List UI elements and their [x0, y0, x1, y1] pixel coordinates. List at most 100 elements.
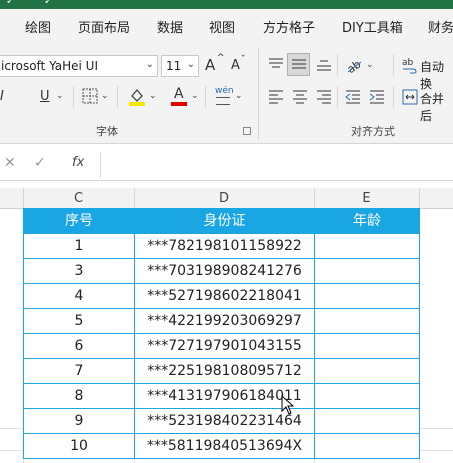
column-header-d[interactable]: D: [134, 191, 314, 207]
table-cell[interactable]: [314, 333, 420, 359]
table-cell[interactable]: ***422199203069297: [134, 308, 315, 334]
table-cell[interactable]: [314, 233, 420, 259]
table-cell[interactable]: 4: [23, 283, 135, 309]
table-cell[interactable]: 9: [23, 408, 135, 434]
table-cell[interactable]: ***703198908241276: [134, 258, 315, 284]
table-row: 4 ***527198602218041: [23, 283, 420, 309]
merge-center-icon[interactable]: [402, 89, 418, 105]
table-row: 8 ***413197906184011: [23, 383, 420, 409]
decrease-indent-icon[interactable]: [345, 90, 361, 104]
table-cell[interactable]: 5: [23, 308, 135, 334]
separator: [337, 86, 338, 108]
table-cell[interactable]: ***527198602218041: [134, 283, 315, 309]
header-cell-age[interactable]: 年龄: [314, 208, 420, 234]
header-cell-id[interactable]: 身份证: [134, 208, 315, 234]
border-icon[interactable]: [82, 88, 98, 104]
shrink-font-button[interactable]: A: [231, 58, 240, 73]
font-color-swatch: [171, 102, 187, 106]
table-cell[interactable]: ***225198108095712: [134, 358, 315, 384]
align-middle-button[interactable]: [287, 53, 310, 76]
phonetic-button[interactable]: wén: [215, 86, 234, 96]
menu-fangfang[interactable]: 方方格子: [263, 17, 315, 36]
check-icon: ✓: [44, 0, 53, 7]
table-cell[interactable]: [314, 283, 420, 309]
underline-button[interactable]: U: [40, 89, 50, 104]
table-cell[interactable]: 8: [23, 383, 135, 409]
font-name-select[interactable]: icrosoft YaHei UI ⌄: [0, 55, 158, 77]
formula-input[interactable]: [100, 152, 453, 178]
table-cell[interactable]: 1: [23, 233, 135, 259]
chevron-down-icon[interactable]: ⌄: [366, 60, 374, 70]
menu-draw[interactable]: 绘图: [25, 17, 51, 36]
fill-color-icon[interactable]: [128, 86, 146, 106]
table-cell[interactable]: 3: [23, 258, 135, 284]
table-row: 10 ***58119840513694X: [23, 433, 420, 459]
table-row: 7 ***225198108095712: [23, 358, 420, 384]
chevron-down-icon[interactable]: ⌄: [191, 91, 199, 101]
mouse-cursor-icon: [281, 395, 295, 415]
column-header-c[interactable]: C: [23, 191, 134, 207]
merge-center-label[interactable]: 合并后: [420, 90, 453, 124]
caret-down-icon: ˇ: [241, 55, 246, 65]
wrap-text-label[interactable]: 自动换: [420, 58, 453, 92]
table-cell[interactable]: [314, 308, 420, 334]
header-cell-index[interactable]: 序号: [23, 208, 135, 234]
menu-data[interactable]: 数据: [157, 17, 183, 36]
font-color-letter: A: [174, 86, 184, 102]
cancel-icon[interactable]: ✕: [4, 155, 16, 171]
table-cell[interactable]: ***58119840513694X: [134, 433, 315, 459]
table-cell[interactable]: [314, 358, 420, 384]
wrap-text-icon[interactable]: ab: [402, 56, 418, 74]
menu-page-layout[interactable]: 页面布局: [78, 17, 130, 36]
table-row: 6 ***727197901043155: [23, 333, 420, 359]
chevron-down-icon[interactable]: ⌄: [149, 91, 157, 101]
table-cell[interactable]: [314, 383, 420, 409]
table-cell[interactable]: ***782198101158922: [134, 233, 315, 259]
check-icon: ✓: [6, 0, 15, 7]
phonetic-icon: [216, 97, 230, 105]
align-top-icon[interactable]: [268, 58, 284, 72]
separator: [73, 86, 74, 108]
insert-function-icon[interactable]: fx: [72, 155, 84, 170]
chevron-down-icon[interactable]: ⌄: [101, 91, 109, 101]
table-row: 1 ***782198101158922: [23, 233, 420, 259]
font-color-button[interactable]: A: [171, 86, 187, 106]
separator: [205, 86, 206, 108]
align-right-icon[interactable]: [316, 90, 332, 104]
alignment-group-label: 对齐方式: [351, 125, 395, 138]
font-size-select[interactable]: 11 ⌄: [161, 55, 199, 77]
grow-font-button[interactable]: A: [205, 56, 215, 74]
table-cell[interactable]: [314, 408, 420, 434]
chevron-down-icon[interactable]: ⌄: [235, 91, 243, 101]
italic-button[interactable]: I: [0, 89, 4, 104]
table-row: 5 ***422199203069297: [23, 308, 420, 334]
align-center-icon[interactable]: [292, 90, 308, 104]
svg-text:ab: ab: [402, 58, 414, 68]
menu-diy-toolbox[interactable]: DIY工具箱: [342, 17, 403, 36]
table-cell[interactable]: 6: [23, 333, 135, 359]
separator: [117, 86, 118, 108]
align-bottom-icon[interactable]: [316, 58, 332, 72]
dialog-launcher-icon[interactable]: [243, 127, 251, 135]
enter-icon[interactable]: ✓: [34, 155, 46, 171]
table-cell[interactable]: 10: [23, 433, 135, 459]
menu-finance[interactable]: 财务: [428, 17, 453, 36]
increase-indent-icon[interactable]: [369, 90, 385, 104]
font-group-label: 字体: [96, 125, 118, 138]
table-cell[interactable]: 7: [23, 358, 135, 384]
menu-view[interactable]: 视图: [209, 17, 235, 36]
font-size-value: 11: [166, 59, 182, 73]
table-header-row: 序号 身份证 年龄: [23, 208, 420, 234]
table-cell[interactable]: [314, 433, 420, 459]
separator: [393, 86, 394, 108]
align-left-icon[interactable]: [268, 90, 284, 104]
data-table: 序号 身份证 年龄 1 ***782198101158922 3 ***7031989…: [23, 208, 420, 459]
table-cell[interactable]: [314, 258, 420, 284]
orientation-icon[interactable]: ab: [345, 56, 363, 74]
group-separator: [258, 47, 259, 139]
chevron-down-icon: ⌄: [186, 59, 195, 70]
column-header-e[interactable]: E: [314, 191, 419, 207]
chevron-down-icon[interactable]: ⌄: [56, 91, 64, 101]
table-cell[interactable]: ***727197901043155: [134, 333, 315, 359]
table-row: 3 ***703198908241276: [23, 258, 420, 284]
